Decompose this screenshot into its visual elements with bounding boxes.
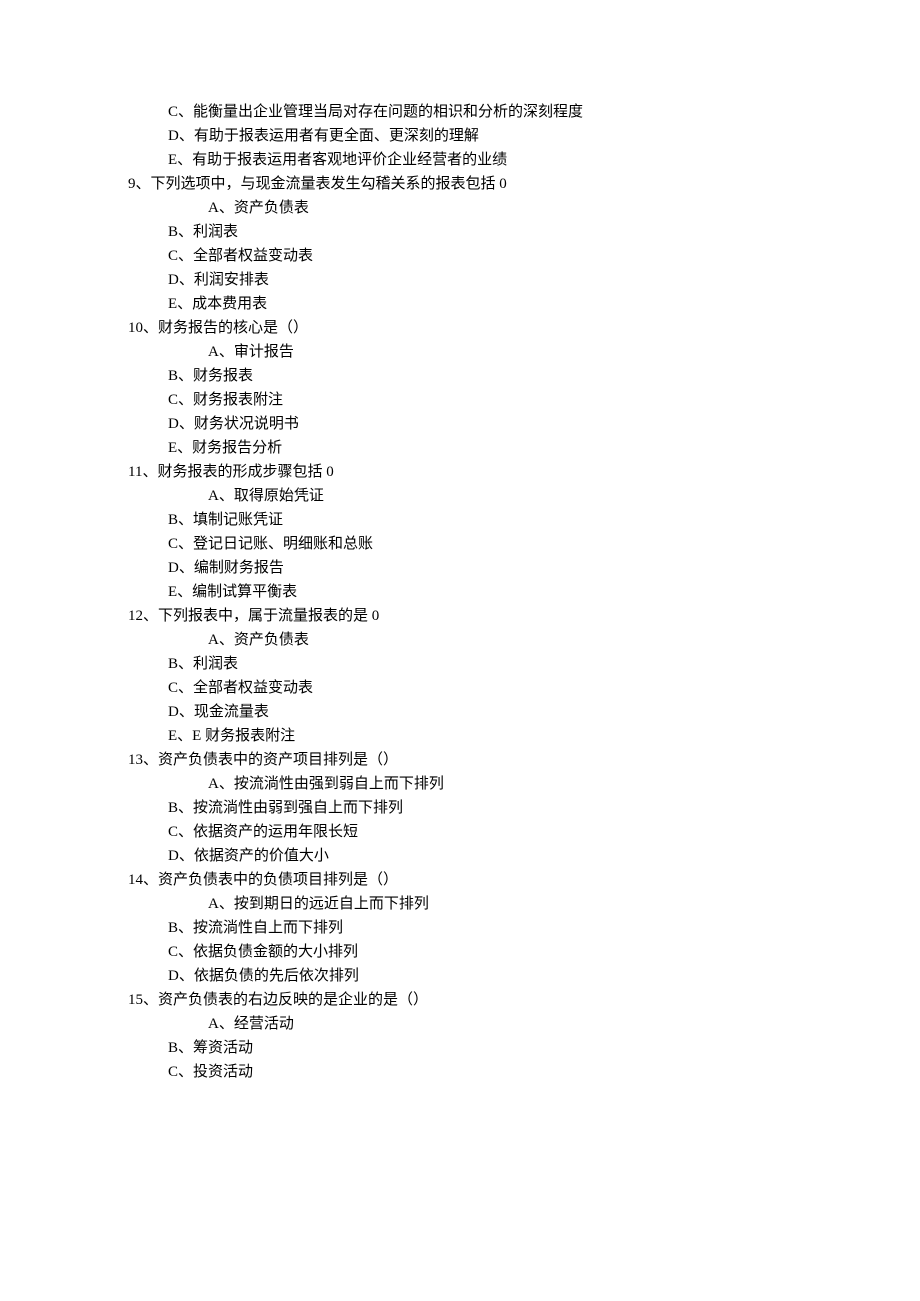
question-line: 15、资产负债表的右边反映的是企业的是（） — [0, 988, 920, 1012]
option-line: B、填制记账凭证 — [0, 508, 920, 532]
question-line: 12、下列报表中，属于流量报表的是 0 — [0, 604, 920, 628]
option-line: A、按流淌性由强到弱自上而下排列 — [0, 772, 920, 796]
option-line: E、E 财务报表附注 — [0, 724, 920, 748]
option-line: D、有助于报表运用者有更全面、更深刻的理解 — [0, 124, 920, 148]
option-line: C、全部者权益变动表 — [0, 676, 920, 700]
option-line: A、取得原始凭证 — [0, 484, 920, 508]
option-line: C、登记日记账、明细账和总账 — [0, 532, 920, 556]
option-line: E、成本费用表 — [0, 292, 920, 316]
option-line: C、财务报表附注 — [0, 388, 920, 412]
question-line: 11、财务报表的形成步骤包括 0 — [0, 460, 920, 484]
option-line: B、利润表 — [0, 220, 920, 244]
question-line: 14、资产负债表中的负债项目排列是（） — [0, 868, 920, 892]
option-line: C、投资活动 — [0, 1060, 920, 1084]
option-line: D、现金流量表 — [0, 700, 920, 724]
option-line: D、编制财务报告 — [0, 556, 920, 580]
option-line: C、全部者权益变动表 — [0, 244, 920, 268]
option-line: C、依据资产的运用年限长短 — [0, 820, 920, 844]
option-line: D、财务状况说明书 — [0, 412, 920, 436]
option-line: E、财务报告分析 — [0, 436, 920, 460]
page-container: C、能衡量出企业管理当局对存在问题的相识和分析的深刻程度D、有助于报表运用者有更… — [0, 0, 920, 1301]
option-line: C、能衡量出企业管理当局对存在问题的相识和分析的深刻程度 — [0, 100, 920, 124]
question-line: 13、资产负债表中的资产项目排列是（） — [0, 748, 920, 772]
option-line: B、按流淌性由弱到强自上而下排列 — [0, 796, 920, 820]
option-line: A、按到期日的远近自上而下排列 — [0, 892, 920, 916]
option-line: D、利润安排表 — [0, 268, 920, 292]
option-line: A、经营活动 — [0, 1012, 920, 1036]
option-line: C、依据负债金额的大小排列 — [0, 940, 920, 964]
option-line: B、利润表 — [0, 652, 920, 676]
option-line: A、审计报告 — [0, 340, 920, 364]
option-line: A、资产负债表 — [0, 196, 920, 220]
option-line: B、筹资活动 — [0, 1036, 920, 1060]
option-line: B、按流淌性自上而下排列 — [0, 916, 920, 940]
question-line: 10、财务报告的核心是（） — [0, 316, 920, 340]
option-line: E、编制试算平衡表 — [0, 580, 920, 604]
question-line: 9、下列选项中，与现金流量表发生勾稽关系的报表包括 0 — [0, 172, 920, 196]
option-line: E、有助于报表运用者客观地评价企业经营者的业绩 — [0, 148, 920, 172]
option-line: B、财务报表 — [0, 364, 920, 388]
option-line: D、依据资产的价值大小 — [0, 844, 920, 868]
option-line: A、资产负债表 — [0, 628, 920, 652]
option-line: D、依据负债的先后依次排列 — [0, 964, 920, 988]
